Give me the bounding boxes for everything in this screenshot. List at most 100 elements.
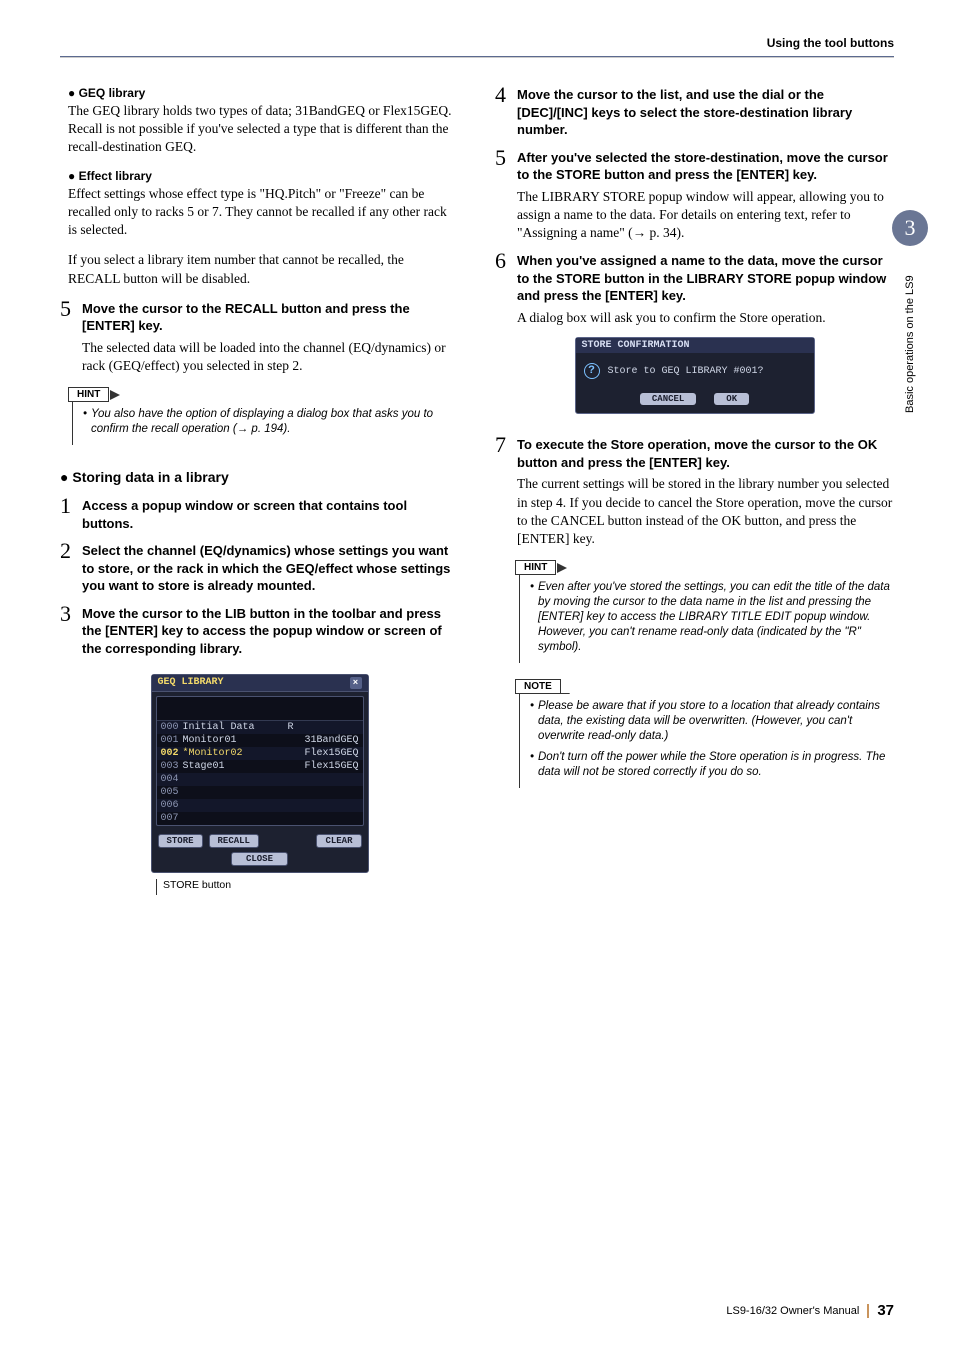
step-bold: Move the cursor to the list, and use the… <box>517 86 894 139</box>
store-step-7: 7 To execute the Store operation, move t… <box>495 436 894 548</box>
page: Using the tool buttons GEQ library The G… <box>0 0 954 1351</box>
step-number: 5 <box>60 298 74 376</box>
step-number: 5 <box>495 147 509 243</box>
geq-button-row: STORE RECALL CLEAR <box>152 830 368 850</box>
clear-button[interactable]: CLEAR <box>316 834 361 848</box>
effect-library-head: Effect library <box>68 169 459 183</box>
geq-row-name: Monitor01 <box>183 735 285 746</box>
step-text: The selected data will be loaded into th… <box>82 339 459 375</box>
store-confirmation-popup: STORE CONFIRMATION ? Store to GEQ LIBRAR… <box>575 337 815 414</box>
step-bold: When you've assigned a name to the data,… <box>517 252 894 305</box>
right-column: 4 Move the cursor to the list, and use t… <box>495 86 894 901</box>
page-header-section: Using the tool buttons <box>60 36 894 50</box>
store-step-1: 1 Access a popup window or screen that c… <box>60 497 459 532</box>
geq-list-row[interactable]: 004 <box>157 773 363 786</box>
geq-list-row[interactable]: 007 <box>157 812 363 825</box>
geq-row-name: Initial Data <box>183 722 285 733</box>
geq-row-type: Flex15GEQ <box>297 761 359 772</box>
geq-window-titlebar: GEQ LIBRARY × <box>152 675 368 692</box>
step-bold: Move the cursor to the RECALL button and… <box>82 300 459 335</box>
geq-library-window: GEQ LIBRARY × 000Initial DataR001Monitor… <box>151 674 369 873</box>
header-rule <box>60 56 894 58</box>
left-step-5: 5 Move the cursor to the RECALL button a… <box>60 300 459 376</box>
figure-caption: STORE button <box>60 879 459 895</box>
geq-row-name: Stage01 <box>183 761 285 772</box>
hint-box-1: HINT You also have the option of display… <box>68 385 459 445</box>
step-bold: Move the cursor to the LIB button in the… <box>82 605 459 658</box>
step-text: The current settings will be stored in t… <box>517 475 894 548</box>
hint-label: HINT <box>515 560 556 575</box>
hint-text: Even after you've stored the settings, y… <box>530 580 894 655</box>
store-popup-message: Store to GEQ LIBRARY #001? <box>608 366 764 377</box>
note-box: NOTE Please be aware that if you store t… <box>515 677 894 788</box>
geq-row-flag: R <box>285 722 297 733</box>
store-step-4: 4 Move the cursor to the list, and use t… <box>495 86 894 139</box>
step-text: A dialog box will ask you to confirm the… <box>517 309 894 327</box>
geq-row-type: 31BandGEQ <box>297 735 359 746</box>
chapter-label: Basic operations on the LS9 <box>904 254 916 434</box>
store-step-2: 2 Select the channel (EQ/dynamics) whose… <box>60 542 459 595</box>
footer-page-number: 37 <box>877 1302 894 1319</box>
store-button[interactable]: STORE <box>158 834 203 848</box>
geq-row-index: 007 <box>161 813 183 824</box>
geq-list-row[interactable]: 006 <box>157 799 363 812</box>
content-columns: GEQ library The GEQ library holds two ty… <box>60 86 894 901</box>
page-footer: LS9-16/32 Owner's Manual 37 <box>726 1302 894 1319</box>
store-step-6: 6 When you've assigned a name to the dat… <box>495 252 894 327</box>
left-column: GEQ library The GEQ library holds two ty… <box>60 86 459 901</box>
geq-row-type: Flex15GEQ <box>297 748 359 759</box>
hint-label: HINT <box>68 387 109 402</box>
hint-box-2: HINT Even after you've stored the settin… <box>515 558 894 663</box>
footer-divider <box>867 1304 869 1318</box>
geq-row-name: *Monitor02 <box>183 748 285 759</box>
step-bold: After you've selected the store-destinat… <box>517 149 894 184</box>
hint-text: You also have the option of displaying a… <box>83 407 459 437</box>
step-bold: Select the channel (EQ/dynamics) whose s… <box>82 542 459 595</box>
step-bold: Access a popup window or screen that con… <box>82 497 459 532</box>
geq-library-figure: GEQ LIBRARY × 000Initial DataR001Monitor… <box>60 674 459 895</box>
ok-button[interactable]: OK <box>714 393 749 405</box>
geq-list-row[interactable]: 005 <box>157 786 363 799</box>
store-step-3: 3 Move the cursor to the LIB button in t… <box>60 605 459 658</box>
geq-row-index: 003 <box>161 761 183 772</box>
cancel-button[interactable]: CANCEL <box>640 393 696 405</box>
footer-manual: LS9-16/32 Owner's Manual <box>726 1305 859 1317</box>
geq-row-index: 004 <box>161 774 183 785</box>
store-popup-title: STORE CONFIRMATION <box>576 338 814 353</box>
chapter-number: 3 <box>892 210 928 246</box>
close-icon[interactable]: × <box>350 677 362 689</box>
geq-list-row[interactable]: 003Stage01 Flex15GEQ <box>157 760 363 773</box>
step-number: 2 <box>60 540 74 595</box>
note-text-2: Don't turn off the power while the Store… <box>530 750 894 780</box>
geq-list-row[interactable]: 002*Monitor02 Flex15GEQ <box>157 747 363 760</box>
recall-button[interactable]: RECALL <box>209 834 259 848</box>
question-icon: ? <box>584 363 600 379</box>
geq-library-para: The GEQ library holds two types of data;… <box>68 102 459 157</box>
effect-library-para2: If you select a library item number that… <box>68 251 459 287</box>
geq-row-index: 005 <box>161 787 183 798</box>
geq-window-title: GEQ LIBRARY <box>158 677 224 688</box>
geq-row-index: 006 <box>161 800 183 811</box>
geq-row-index: 001 <box>161 735 183 746</box>
step-number: 7 <box>495 434 509 548</box>
step-number: 6 <box>495 250 509 327</box>
step-number: 3 <box>60 603 74 658</box>
geq-list-row[interactable]: 000Initial DataR <box>157 721 363 734</box>
geq-library-head: GEQ library <box>68 86 459 100</box>
step-number: 4 <box>495 84 509 139</box>
geq-row-index: 002 <box>161 748 183 759</box>
note-label: NOTE <box>515 679 561 694</box>
step-text: The LIBRARY STORE popup window will appe… <box>517 188 894 243</box>
geq-preview-area <box>157 697 363 721</box>
geq-row-index: 000 <box>161 722 183 733</box>
effect-library-para1: Effect settings whose effect type is "HQ… <box>68 185 459 240</box>
chapter-side-tab: 3 Basic operations on the LS9 <box>892 210 928 470</box>
store-step-5: 5 After you've selected the store-destin… <box>495 149 894 243</box>
storing-section-head: Storing data in a library <box>60 469 459 485</box>
step-bold: To execute the Store operation, move the… <box>517 436 894 471</box>
note-text-1: Please be aware that if you store to a l… <box>530 699 894 744</box>
geq-window-body: 000Initial DataR001Monitor0131BandGEQ002… <box>156 696 364 826</box>
step-number: 1 <box>60 495 74 532</box>
geq-list-row[interactable]: 001Monitor01 31BandGEQ <box>157 734 363 747</box>
close-button[interactable]: CLOSE <box>231 852 288 866</box>
